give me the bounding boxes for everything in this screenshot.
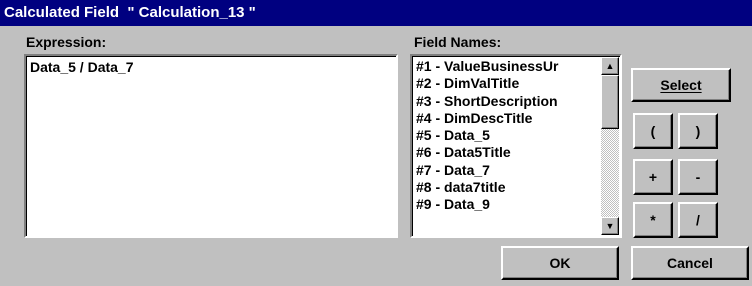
field-list-scrollbar[interactable]: ▲ ▼: [601, 57, 619, 235]
close-paren-button[interactable]: ): [678, 113, 718, 149]
expression-label: Expression:: [26, 34, 107, 50]
field-names-list: #1 - ValueBusinessUr #2 - DimValTitle #3…: [416, 58, 596, 222]
divide-button[interactable]: /: [678, 202, 718, 238]
scroll-track[interactable]: [601, 129, 619, 229]
minus-label: -: [695, 169, 701, 185]
list-item[interactable]: #5 - Data_5: [416, 127, 596, 144]
open-paren-button[interactable]: (: [633, 113, 673, 149]
ok-button[interactable]: OK: [501, 246, 619, 280]
select-button[interactable]: Select: [631, 68, 731, 102]
expression-textarea[interactable]: Data_5 / Data_7: [24, 54, 398, 238]
divide-label: /: [696, 212, 700, 228]
plus-button[interactable]: +: [633, 159, 673, 195]
list-item[interactable]: #8 - data7title: [416, 179, 596, 196]
ok-button-label: OK: [549, 255, 571, 271]
expression-text: Data_5 / Data_7: [30, 59, 134, 75]
multiply-button[interactable]: *: [633, 202, 673, 238]
minus-button[interactable]: -: [678, 159, 718, 195]
list-item[interactable]: #7 - Data_7: [416, 162, 596, 179]
calculated-field-dialog: Calculated Field " Calculation_13 " Expr…: [0, 0, 752, 286]
scroll-up-icon[interactable]: ▲: [601, 57, 619, 75]
field-names-label: Field Names:: [414, 34, 502, 50]
scroll-down-icon[interactable]: ▼: [601, 217, 619, 235]
list-item[interactable]: #9 - Data_9: [416, 196, 596, 213]
list-item[interactable]: #4 - DimDescTitle: [416, 110, 596, 127]
select-button-label: Select: [660, 77, 702, 93]
list-item[interactable]: #6 - Data5Title: [416, 144, 596, 161]
multiply-label: *: [650, 212, 656, 228]
plus-label: +: [648, 169, 658, 185]
cancel-button-label: Cancel: [667, 255, 713, 271]
cancel-button[interactable]: Cancel: [631, 246, 749, 280]
open-paren-label: (: [650, 123, 656, 139]
scroll-thumb[interactable]: [601, 75, 619, 129]
list-item[interactable]: #1 - ValueBusinessUr: [416, 58, 596, 75]
list-item[interactable]: #2 - DimValTitle: [416, 75, 596, 92]
title-bar: Calculated Field " Calculation_13 ": [0, 0, 752, 26]
field-names-listbox[interactable]: #1 - ValueBusinessUr #2 - DimValTitle #3…: [410, 54, 622, 238]
close-paren-label: ): [695, 123, 701, 139]
list-item[interactable]: #3 - ShortDescription: [416, 93, 596, 110]
